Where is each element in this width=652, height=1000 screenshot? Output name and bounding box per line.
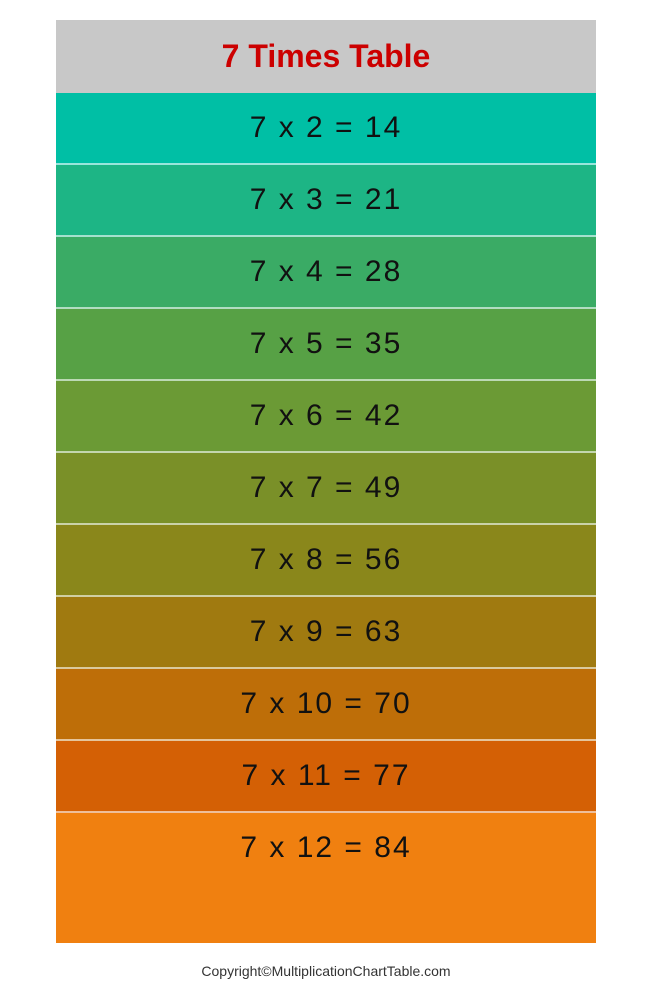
row-expression: 7 x 4 = 28 bbox=[226, 255, 426, 289]
table-row: 7 x 6 = 42 bbox=[56, 381, 596, 453]
table-row: 7 x 3 = 21 bbox=[56, 165, 596, 237]
table-row: 7 x 10 = 70 bbox=[56, 669, 596, 741]
row-expression: 7 x 7 = 49 bbox=[226, 471, 426, 505]
row-expression: 7 x 5 = 35 bbox=[226, 327, 426, 361]
row-expression: 7 x 2 = 14 bbox=[226, 111, 426, 145]
table-row: 7 x 2 = 14 bbox=[56, 93, 596, 165]
table-row: 7 x 4 = 28 bbox=[56, 237, 596, 309]
table-row: 7 x 7 = 49 bbox=[56, 453, 596, 525]
row-expression: 7 x 11 = 77 bbox=[226, 759, 426, 793]
table-row: 7 x 5 = 35 bbox=[56, 309, 596, 381]
table-row: 7 x 12 = 84 bbox=[56, 813, 596, 883]
row-expression: 7 x 8 = 56 bbox=[226, 543, 426, 577]
times-table-container: 7 x 2 = 14 7 x 3 = 21 7 x 4 = 28 7 x 5 = 35… bbox=[56, 93, 596, 883]
main-container: 7 Times Table 7 x 2 = 14 7 x 3 = 21 7 x 4 … bbox=[56, 20, 596, 943]
copyright-text: Copyright©MultiplicationChartTable.com bbox=[201, 963, 450, 979]
table-row: 7 x 11 = 77 bbox=[56, 741, 596, 813]
row-expression: 7 x 9 = 63 bbox=[226, 615, 426, 649]
page-title: 7 Times Table bbox=[222, 38, 431, 74]
row-expression: 7 x 6 = 42 bbox=[226, 399, 426, 433]
title-bar: 7 Times Table bbox=[56, 20, 596, 93]
bottom-color-bar bbox=[56, 883, 596, 943]
footer: Copyright©MultiplicationChartTable.com bbox=[201, 963, 450, 979]
table-row: 7 x 8 = 56 bbox=[56, 525, 596, 597]
row-expression: 7 x 3 = 21 bbox=[226, 183, 426, 217]
row-expression: 7 x 12 = 84 bbox=[226, 831, 426, 865]
row-expression: 7 x 10 = 70 bbox=[226, 687, 426, 721]
table-row: 7 x 9 = 63 bbox=[56, 597, 596, 669]
